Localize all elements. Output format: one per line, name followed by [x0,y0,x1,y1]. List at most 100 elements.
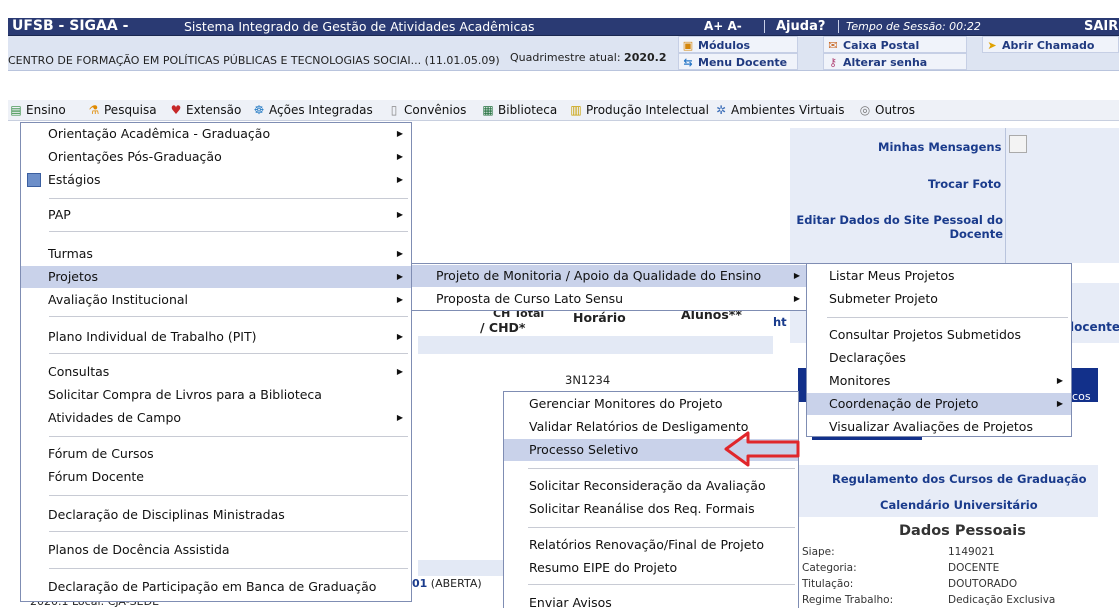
menu-separator [528,527,795,529]
trocar-foto-link[interactable]: Trocar Foto [928,177,1001,191]
submenu-arrow-icon: ▶ [396,295,403,304]
menu-item-consultas[interactable]: Consultas ▶ [21,361,411,383]
col-horario-header: Horário [573,310,626,325]
submenu-arrow-icon: ▶ [396,272,403,281]
flask-icon: ⚗ [88,103,100,117]
coordenacao-submenu: Gerenciar Monitores do Projeto Validar R… [503,391,799,610]
menu-separator [528,468,795,470]
menu-item-projetos[interactable]: Projetos ▶ [21,266,411,288]
menu-item-turmas[interactable]: Turmas ▶ [21,243,411,265]
menu-convenios[interactable]: ▯ Convênios [386,100,467,120]
menu-item-orientacao-graduacao[interactable]: Orientação Acadêmica - Graduação ▶ [21,123,411,145]
menu-separator [49,436,408,438]
menu-biblioteca[interactable]: ▦ Biblioteca [480,100,557,120]
submenu-arrow-icon: ▶ [396,175,403,184]
annotation-arrow-icon [724,431,800,467]
menu-item-visualizar-avaliacoes[interactable]: Visualizar Avaliações de Projetos [807,416,1071,438]
books-icon: ▤ [10,103,22,117]
font-size-controls[interactable]: A+ A- [704,18,742,35]
top-strip [0,0,1119,16]
mailbox-icon: ✉ [828,39,838,52]
ticket-icon: ➤ [987,39,997,52]
partial-label: icos [1069,390,1091,403]
menu-separator [49,198,408,200]
menu-item-enviar-avisos[interactable]: Enviar Avisos [504,592,798,614]
menu-item-atividades-campo[interactable]: Atividades de Campo ▶ [21,407,411,429]
menu-item-consultar-projetos[interactable]: Consultar Projetos Submetidos [807,324,1071,346]
menu-item-monitores[interactable]: Monitores ▶ [807,370,1071,392]
virtual-icon: ✲ [715,103,727,117]
menu-item-compra-livros[interactable]: Solicitar Compra de Livros para a Biblio… [21,384,411,406]
others-icon: ◎ [859,103,871,117]
menu-docente-button[interactable]: ⇆ Menu Docente [678,53,798,70]
menu-item-declaracoes[interactable]: Declarações [807,347,1071,369]
menu-ensino[interactable]: ▤ Ensino [8,100,65,120]
minhas-mensagens-link[interactable]: Minhas Mensagens [878,140,1001,154]
abrir-chamado-button[interactable]: ➤ Abrir Chamado [982,36,1119,53]
help-link[interactable]: Ajuda? [776,18,825,35]
submenu-arrow-icon: ▶ [793,294,800,303]
calendario-link[interactable]: Calendário Universitário [880,498,1038,512]
menu-item-pap[interactable]: PAP ▶ [21,204,411,226]
system-full-name: Sistema Integrado de Gestão de Atividade… [184,19,535,34]
partial-link[interactable]: ht [773,315,787,329]
menu-item-declaracao-banca[interactable]: Declaração de Participação em Banca de G… [21,576,411,598]
menu-item-declaracao-disciplinas[interactable]: Declaração de Disciplinas Ministradas [21,504,411,526]
menu-item-forum-docente[interactable]: Fórum Docente [21,466,411,488]
menu-item-avaliacao-institucional[interactable]: Avaliação Institucional ▶ [21,289,411,311]
document-icon: ▯ [390,103,398,117]
menu-item-docencia-assistida[interactable]: Planos de Docência Assistida [21,539,411,561]
menu-item-forum-cursos[interactable]: Fórum de Cursos [21,443,411,465]
photo-placeholder-icon [1009,135,1027,153]
submenu-arrow-icon: ▶ [396,129,403,138]
logout-link[interactable]: SAIR [1084,18,1118,35]
modulos-button[interactable]: ▣ Módulos [678,36,798,53]
menu-item-relatorios-renovacao[interactable]: Relatórios Renovação/Final de Projeto [504,534,798,556]
submenu-arrow-icon: ▶ [396,249,403,258]
menu-producao-intelectual[interactable]: ▥ Produção Intelectual [568,100,709,120]
menu-extensao[interactable]: ♥ Extensão [168,100,242,120]
menu-separator [528,584,795,586]
dados-pessoais-title: Dados Pessoais [899,523,1026,539]
menu-item-orientacoes-pos[interactable]: Orientações Pós-Graduação ▶ [21,146,411,168]
title-bar: UFSB - SIGAA - Sistema Integrado de Gest… [8,18,1119,36]
heart-icon: ♥ [170,103,182,117]
menu-item-projeto-monitoria[interactable]: Projeto de Monitoria / Apoio da Qualidad… [412,265,808,287]
caixa-postal-button[interactable]: ✉ Caixa Postal [823,36,967,53]
menu-item-coordenacao-projeto[interactable]: Coordenação de Projeto ▶ [807,393,1071,415]
menu-item-gerenciar-monitores[interactable]: Gerenciar Monitores do Projeto [504,393,798,415]
menu-separator [49,316,408,318]
menu-separator [49,531,408,533]
menu-separator [827,317,1068,319]
menu-ambientes-virtuais[interactable]: ✲ Ambientes Virtuais [713,100,845,120]
divider [764,20,765,33]
alterar-senha-button[interactable]: ⚷ Alterar senha [823,53,967,70]
menu-item-pit[interactable]: Plano Individual de Trabalho (PIT) ▶ [21,326,411,348]
col-ch-header: / CHD* [480,320,526,335]
menu-item-solicitar-reconsideracao[interactable]: Solicitar Reconsideração da Avaliação [504,475,798,497]
menu-pesquisa[interactable]: ⚗ Pesquisa [86,100,157,120]
menu-item-submeter-projeto[interactable]: Submeter Projeto [807,288,1071,310]
menu-outros[interactable]: ◎ Outros [857,100,915,120]
menu-item-resumo-eipe[interactable]: Resumo EIPE do Projeto [504,557,798,579]
menu-item-listar-projetos[interactable]: Listar Meus Projetos [807,265,1071,287]
editar-dados-link[interactable]: Editar Dados do Site Pessoal do Docente [795,213,1003,241]
period-indicator: Quadrimestre atual: 2020.2 [510,51,667,64]
divider [838,20,839,33]
regulamento-link[interactable]: Regulamento dos Cursos de Graduação [832,472,1087,486]
menu-separator [49,495,408,497]
notebook-icon: ▥ [570,103,582,117]
horario-value: 3N1234 [565,373,611,387]
people-icon: ☸ [253,103,265,117]
docente-partial-link[interactable]: locente [1070,320,1119,334]
menu-acoes-integradas[interactable]: ☸ Ações Integradas [251,100,373,120]
menu-separator [49,568,408,570]
menu-arrow-icon: ⇆ [683,56,693,69]
monitoria-submenu: Listar Meus Projetos Submeter Projeto Co… [806,263,1072,437]
divider [1005,128,1006,263]
menu-item-estagios[interactable]: Estágios ▶ [21,169,411,191]
table-row-band [418,336,773,354]
menu-item-lato-sensu[interactable]: Proposta de Curso Lato Sensu ▶ [412,288,808,310]
menu-item-solicitar-reanalise[interactable]: Solicitar Reanálise dos Req. Formais [504,498,798,520]
ensino-dropdown: Orientação Acadêmica - Graduação ▶ Orient… [20,122,412,602]
